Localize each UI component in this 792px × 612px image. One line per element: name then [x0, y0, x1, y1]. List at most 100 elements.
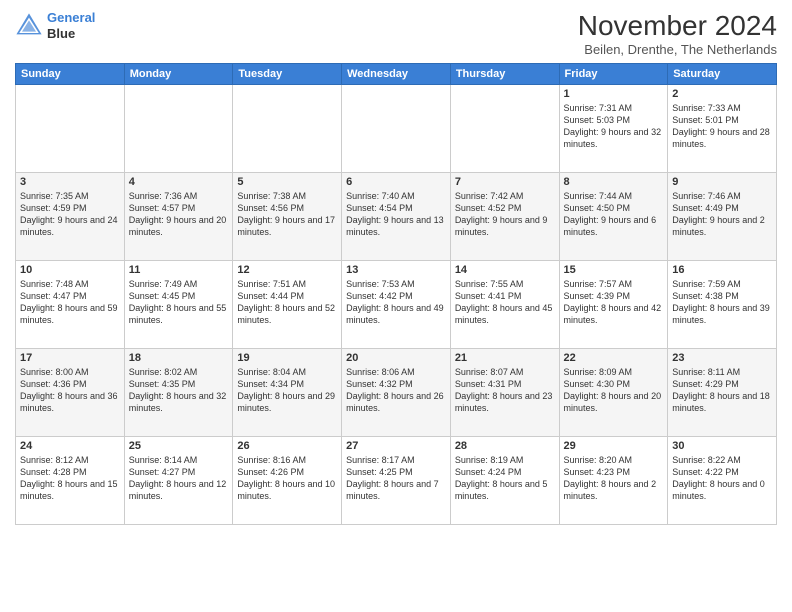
day-number: 10: [20, 264, 120, 276]
day-number: 15: [564, 264, 664, 276]
logo-text: General Blue: [47, 10, 95, 41]
day-number: 14: [455, 264, 555, 276]
day-number: 26: [237, 440, 337, 452]
day-info: Sunrise: 8:00 AM Sunset: 4:36 PM Dayligh…: [20, 366, 120, 415]
calendar-cell: 24Sunrise: 8:12 AM Sunset: 4:28 PM Dayli…: [16, 437, 125, 525]
calendar-cell: 27 Sunrise: 8:17 AM Sunset: 4:25 PM Dayli…: [342, 437, 451, 525]
day-info: Sunrise: 8:20 AM Sunset: 4:23 PM Dayligh…: [564, 454, 664, 503]
day-info: Sunrise: 8:19 AM Sunset: 4:24 PM Dayligh…: [455, 454, 555, 503]
col-wednesday: Wednesday: [342, 64, 451, 85]
day-info: Sunrise: 7:38 AM Sunset: 4:56 PM Dayligh…: [237, 190, 337, 239]
day-info: Sunrise: 7:35 AM Sunset: 4:59 PM Dayligh…: [20, 190, 120, 239]
day-info: Sunrise: 7:53 AM Sunset: 4:42 PM Dayligh…: [346, 278, 446, 327]
calendar-cell: [450, 85, 559, 173]
header: General Blue November 2024 Beilen, Drent…: [15, 10, 777, 57]
page: General Blue November 2024 Beilen, Drent…: [0, 0, 792, 612]
day-info: Sunrise: 7:49 AM Sunset: 4:45 PM Dayligh…: [129, 278, 229, 327]
day-number: 5: [237, 176, 337, 188]
calendar-cell: 13 Sunrise: 7:53 AM Sunset: 4:42 PM Dayli…: [342, 261, 451, 349]
calendar-cell: 2 Sunrise: 7:33 AM Sunset: 5:01 PM Daylig…: [668, 85, 777, 173]
day-info: Sunrise: 8:06 AM Sunset: 4:32 PM Dayligh…: [346, 366, 446, 415]
calendar-cell: 21Sunrise: 8:07 AM Sunset: 4:31 PM Dayli…: [450, 349, 559, 437]
day-number: 7: [455, 176, 555, 188]
calendar-cell: 22 Sunrise: 8:09 AM Sunset: 4:30 PM Dayli…: [559, 349, 668, 437]
calendar-cell: 26 Sunrise: 8:16 AM Sunset: 4:26 PM Dayli…: [233, 437, 342, 525]
day-number: 25: [129, 440, 229, 452]
day-number: 3: [20, 176, 120, 188]
subtitle: Beilen, Drenthe, The Netherlands: [578, 42, 777, 57]
day-number: 29: [564, 440, 664, 452]
day-number: 2: [672, 88, 772, 100]
calendar-cell: 18Sunrise: 8:02 AM Sunset: 4:35 PM Dayli…: [124, 349, 233, 437]
calendar-cell: [16, 85, 125, 173]
day-number: 1: [564, 88, 664, 100]
day-number: 19: [237, 352, 337, 364]
col-friday: Friday: [559, 64, 668, 85]
calendar-cell: [342, 85, 451, 173]
calendar-week-row: 1 Sunrise: 7:31 AM Sunset: 5:03 PM Daylig…: [16, 85, 777, 173]
day-info: Sunrise: 7:55 AM Sunset: 4:41 PM Dayligh…: [455, 278, 555, 327]
day-number: 24: [20, 440, 120, 452]
col-monday: Monday: [124, 64, 233, 85]
day-number: 9: [672, 176, 772, 188]
day-info: Sunrise: 7:44 AM Sunset: 4:50 PM Dayligh…: [564, 190, 664, 239]
logo: General Blue: [15, 10, 95, 41]
day-number: 18: [129, 352, 229, 364]
day-number: 13: [346, 264, 446, 276]
day-number: 23: [672, 352, 772, 364]
day-info: Sunrise: 8:16 AM Sunset: 4:26 PM Dayligh…: [237, 454, 337, 503]
calendar-header-row: Sunday Monday Tuesday Wednesday Thursday…: [16, 64, 777, 85]
day-info: Sunrise: 7:59 AM Sunset: 4:38 PM Dayligh…: [672, 278, 772, 327]
calendar-cell: 9 Sunrise: 7:46 AM Sunset: 4:49 PM Daylig…: [668, 173, 777, 261]
calendar-cell: 5 Sunrise: 7:38 AM Sunset: 4:56 PM Daylig…: [233, 173, 342, 261]
day-info: Sunrise: 7:46 AM Sunset: 4:49 PM Dayligh…: [672, 190, 772, 239]
day-number: 4: [129, 176, 229, 188]
day-info: Sunrise: 7:57 AM Sunset: 4:39 PM Dayligh…: [564, 278, 664, 327]
day-info: Sunrise: 8:09 AM Sunset: 4:30 PM Dayligh…: [564, 366, 664, 415]
calendar-cell: 19 Sunrise: 8:04 AM Sunset: 4:34 PM Dayli…: [233, 349, 342, 437]
col-thursday: Thursday: [450, 64, 559, 85]
calendar-cell: 15 Sunrise: 7:57 AM Sunset: 4:39 PM Dayli…: [559, 261, 668, 349]
calendar-cell: 14 Sunrise: 7:55 AM Sunset: 4:41 PM Dayli…: [450, 261, 559, 349]
day-info: Sunrise: 8:04 AM Sunset: 4:34 PM Dayligh…: [237, 366, 337, 415]
calendar-cell: 29 Sunrise: 8:20 AM Sunset: 4:23 PM Dayli…: [559, 437, 668, 525]
calendar-cell: 30 Sunrise: 8:22 AM Sunset: 4:22 PM Dayli…: [668, 437, 777, 525]
calendar-cell: 7 Sunrise: 7:42 AM Sunset: 4:52 PM Daylig…: [450, 173, 559, 261]
day-info: Sunrise: 8:22 AM Sunset: 4:22 PM Dayligh…: [672, 454, 772, 503]
calendar-cell: [233, 85, 342, 173]
day-info: Sunrise: 8:14 AM Sunset: 4:27 PM Dayligh…: [129, 454, 229, 503]
day-info: Sunrise: 8:17 AM Sunset: 4:25 PM Dayligh…: [346, 454, 446, 503]
calendar-cell: 16 Sunrise: 7:59 AM Sunset: 4:38 PM Dayli…: [668, 261, 777, 349]
calendar-week-row: 17Sunrise: 8:00 AM Sunset: 4:36 PM Dayli…: [16, 349, 777, 437]
col-tuesday: Tuesday: [233, 64, 342, 85]
day-number: 20: [346, 352, 446, 364]
day-info: Sunrise: 7:33 AM Sunset: 5:01 PM Dayligh…: [672, 102, 772, 151]
calendar-cell: 17Sunrise: 8:00 AM Sunset: 4:36 PM Dayli…: [16, 349, 125, 437]
day-number: 27: [346, 440, 446, 452]
calendar-cell: 3 Sunrise: 7:35 AM Sunset: 4:59 PM Daylig…: [16, 173, 125, 261]
calendar-cell: 6Sunrise: 7:40 AM Sunset: 4:54 PM Daylig…: [342, 173, 451, 261]
calendar-cell: 10Sunrise: 7:48 AM Sunset: 4:47 PM Dayli…: [16, 261, 125, 349]
day-info: Sunrise: 8:11 AM Sunset: 4:29 PM Dayligh…: [672, 366, 772, 415]
calendar-cell: 4 Sunrise: 7:36 AM Sunset: 4:57 PM Daylig…: [124, 173, 233, 261]
calendar-cell: 11Sunrise: 7:49 AM Sunset: 4:45 PM Dayli…: [124, 261, 233, 349]
title-block: November 2024 Beilen, Drenthe, The Nethe…: [578, 10, 777, 57]
calendar-week-row: 3 Sunrise: 7:35 AM Sunset: 4:59 PM Daylig…: [16, 173, 777, 261]
day-number: 22: [564, 352, 664, 364]
calendar-cell: 12 Sunrise: 7:51 AM Sunset: 4:44 PM Dayli…: [233, 261, 342, 349]
day-info: Sunrise: 7:36 AM Sunset: 4:57 PM Dayligh…: [129, 190, 229, 239]
day-number: 28: [455, 440, 555, 452]
day-number: 21: [455, 352, 555, 364]
calendar-cell: 23 Sunrise: 8:11 AM Sunset: 4:29 PM Dayli…: [668, 349, 777, 437]
day-number: 30: [672, 440, 772, 452]
day-number: 16: [672, 264, 772, 276]
day-number: 12: [237, 264, 337, 276]
calendar-cell: [124, 85, 233, 173]
day-info: Sunrise: 7:51 AM Sunset: 4:44 PM Dayligh…: [237, 278, 337, 327]
day-info: Sunrise: 7:42 AM Sunset: 4:52 PM Dayligh…: [455, 190, 555, 239]
day-info: Sunrise: 7:31 AM Sunset: 5:03 PM Dayligh…: [564, 102, 664, 151]
day-number: 6: [346, 176, 446, 188]
calendar-week-row: 10Sunrise: 7:48 AM Sunset: 4:47 PM Dayli…: [16, 261, 777, 349]
calendar-cell: 1 Sunrise: 7:31 AM Sunset: 5:03 PM Daylig…: [559, 85, 668, 173]
day-number: 8: [564, 176, 664, 188]
